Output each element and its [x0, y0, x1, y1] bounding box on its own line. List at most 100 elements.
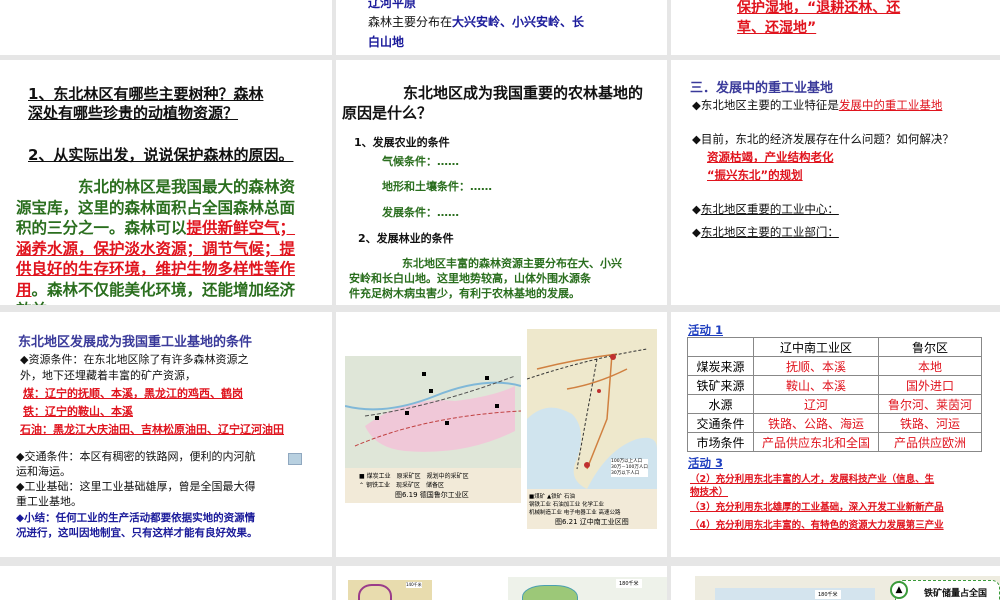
activity-answer: 物技术） [690, 487, 729, 498]
legend-item: 铁矿 [551, 494, 563, 500]
answer-line: “振兴东北”的规划 [707, 168, 803, 182]
text-line: 重工业基地。 [16, 495, 82, 508]
scale-bar: 180千米 [616, 579, 642, 588]
bullet-3: ◆东北地区重要的工业中心： [692, 202, 839, 216]
population-legend: 100万以上人口 30万－100万人口 30万以下人口 [611, 459, 648, 477]
text-line: 件充足树木病虫害少，有利于农林基地的发展。 [349, 287, 580, 300]
highlight-text: 提供新鲜空气； [186, 219, 296, 237]
condition-development: 发展条件：…… [382, 206, 459, 219]
slide-thumbnail-top-left[interactable] [0, 0, 332, 55]
text-line: 东北地区丰富的森林资源主要分布在大、小兴 [402, 257, 622, 270]
highlight-text: 发展中的重工业基地 [838, 98, 943, 112]
table-header [687, 337, 754, 357]
table-cell: 铁路、公路、海运 [753, 413, 879, 433]
table-cell: 铁路、河运 [878, 413, 982, 433]
slide-activities[interactable]: 活动 1 辽中南工业区 鲁尔区 煤炭来源 抚顺、本溪 本地 铁矿来源 鞍山、本溪 国外进口… [671, 312, 1000, 557]
legend-item: 30万以下人口 [611, 471, 640, 476]
slide-heavy-industry[interactable]: 三．发展中的重工业基地 ◆东北地区主要的工业特征是发展中的重工业基地 ◆目前，东… [671, 60, 1000, 305]
text-line: 运和海运。 [16, 465, 71, 478]
scale-bar: 180千米 [815, 590, 841, 599]
map-image: 180千米 ▲ 铁矿储量占全国 [695, 576, 1000, 600]
legend-item: 石油加工业 [552, 502, 581, 508]
activity-1-label: 活动 1 [688, 323, 724, 337]
legend-item: 规划中的采矿区 [426, 473, 469, 480]
text: 东北地区重要的工业中心： [700, 202, 839, 216]
text-line: 用。森林不仅能美化环境，还能增加经济 [16, 280, 295, 301]
question-1-cont: 深处有哪些珍贵的动植物资源？ [28, 104, 239, 122]
text-line: 源宝库，这里的森林面积占全国森林总面 [16, 198, 296, 217]
slide-title-cont: 原因是什么？ [342, 104, 433, 122]
legend-item: 煤矿 [534, 494, 546, 500]
map-area [715, 588, 875, 600]
map-image: 180千米 [508, 577, 667, 600]
table-cell: 辽河 [753, 394, 879, 414]
info-callout: ▲ 铁矿储量占全国 [890, 580, 1000, 600]
activity-3-label: 活动 3 [688, 456, 724, 470]
table-row: 交通条件 铁路、公路、海运 铁路、河运 [687, 413, 982, 433]
table-cell: 水源 [687, 394, 754, 414]
slide-thumbnail-bottom-right[interactable]: 180千米 ▲ 铁矿储量占全国 [671, 566, 1000, 600]
slide-maps[interactable]: ■ 煤炭工业 原采矿区 规划中的采矿区 ⌃ 钢铁工业 现采矿区 储备区 图6.19… [336, 312, 667, 557]
legend-item: 电子电器工业 [563, 510, 597, 516]
slide-forest-questions[interactable]: 1、东北林区有哪些主要树种？森林 深处有哪些珍贵的动植物资源？ 2、从实际出发，… [0, 60, 332, 305]
table-cell: 鞍山、本溪 [753, 375, 879, 395]
question-1: 1、东北林区有哪些主要树种？森林 [28, 85, 264, 103]
ruhr-map-graphic [345, 356, 521, 468]
slide-thumbnail-bottom-left[interactable] [0, 566, 332, 600]
text-line: 森林主要分布在大兴安岭、小兴安岭、长 [368, 13, 584, 30]
table-cell: 市场条件 [687, 432, 754, 452]
text-line: 效益 [16, 300, 295, 305]
callout-text: 铁矿储量占全国 [924, 589, 988, 599]
map-caption: 图6.21 辽中南工业区图 [555, 518, 629, 526]
slide-title: 三．发展中的重工业基地 [690, 81, 834, 96]
ruhr-map: ■ 煤炭工业 原采矿区 规划中的采矿区 ⌃ 钢铁工业 现采矿区 储备区 图6.19… [345, 356, 521, 503]
legend-item: 原采矿区 [396, 473, 421, 480]
table-cell: 产品供应东北和全国 [753, 432, 879, 452]
text-line: 积的三分之一。森林可以提供新鲜空气； [16, 218, 295, 239]
table-cell: 国外进口 [878, 375, 982, 395]
text-line: ◆资源条件：在东北地区除了有许多森林资源之 [20, 353, 249, 366]
legend-item: 煤炭工业 [366, 473, 391, 480]
legend-item: 钢铁工业 [365, 482, 390, 489]
text-line: 草、还湿地” [737, 20, 817, 36]
slide-title: 东北地区发展成为我国重工业基地的条件 [18, 335, 253, 350]
table-cell: 鲁尔河、莱茵河 [878, 394, 982, 414]
text: 东北地区主要的工业部门： [700, 225, 839, 239]
summary-line: ◆小结：任何工业的生产活动都要依据实地的资源情 [16, 512, 256, 524]
slide-industry-conditions[interactable]: 东北地区发展成为我国重工业基地的条件 ◆资源条件：在东北地区除了有许多森林资源之… [0, 312, 332, 557]
bullet-2: ◆目前，东北的经济发展存在什么问题？如何解决？ [692, 132, 954, 146]
text-line: 安岭和长白山地。这里地势较高，山体外围水源条 [349, 272, 591, 285]
table-header: 鲁尔区 [878, 337, 982, 357]
coal-line: 煤：辽宁的抚顺、本溪，黑龙江的鸡西、鹤岗 [23, 387, 243, 400]
text-line: ◆工业基础：这里工业基础雄厚，曾是全国最大得 [16, 480, 256, 493]
table-cell: 铁矿来源 [687, 375, 754, 395]
slide-thumbnail-bottom-middle[interactable]: 140千米 180千米 [336, 566, 667, 600]
highlight-text: 大兴安岭、小兴安岭、长 [452, 15, 585, 29]
summary-line: 况进行，这叫因地制宜、只有这样才能有良好效果。 [16, 527, 258, 539]
legend-item: 钢铁工业 [529, 502, 552, 508]
legend-item: 高速公路 [598, 510, 621, 516]
slide-agri-forest-base[interactable]: 东北地区成为我国重要的农林基地的 原因是什么？ 1、发展农业的条件 气候条件：…… [336, 60, 667, 305]
liaoning-map: ■煤矿 ▲铁矿 石油 钢铁工业 石油加工业 化学工业 机械制造工业 电子电器工业 高… [527, 329, 657, 529]
text: 森林主要分布在 [368, 15, 453, 29]
text: 积的三分之一。森林可以 [16, 219, 187, 237]
triangle-icon: ▲ [890, 581, 908, 599]
play-icon[interactable] [288, 453, 302, 465]
slide-thumbnail-top-middle[interactable]: 辽河平原 森林主要分布在大兴安岭、小兴安岭、长 白山地 [336, 0, 667, 55]
legend-item: 机械制造工业 [529, 510, 563, 516]
highlight-text: 用 [16, 280, 32, 299]
text-line: ◆交通条件：本区有稠密的铁路网，便利的内河航 [16, 450, 256, 463]
legend-item: 石油 [563, 494, 575, 500]
comparison-table: 辽中南工业区 鲁尔区 煤炭来源 抚顺、本溪 本地 铁矿来源 鞍山、本溪 国外进口 水源 辽河… [687, 337, 982, 452]
text-line: 外，地下还埋藏着丰富的矿产资源， [20, 369, 196, 382]
table-row: 铁矿来源 鞍山、本溪 国外进口 [687, 375, 982, 395]
text: 。森林不仅能美化环境，还能增加经济 [31, 280, 296, 299]
text: ◆东北地区主要的工业特征是 [692, 98, 839, 112]
activity-answer: （3）充分利用东北雄厚的工业基础，深入开发工业新新产品 [690, 502, 944, 513]
slide-thumbnail-top-right[interactable]: 保护湿地，“退耕还林、还 草、还湿地” [671, 0, 1000, 55]
iron-line: 铁：辽宁的鞍山、本溪 [23, 405, 133, 418]
table-cell: 煤炭来源 [687, 356, 754, 376]
table-cell: 本地 [878, 356, 982, 376]
heading-1: 1、发展农业的条件 [354, 136, 450, 149]
liaoning-legend: ■煤矿 ▲铁矿 石油 钢铁工业 石油加工业 化学工业 机械制造工业 电子电器工业 高… [529, 494, 621, 516]
